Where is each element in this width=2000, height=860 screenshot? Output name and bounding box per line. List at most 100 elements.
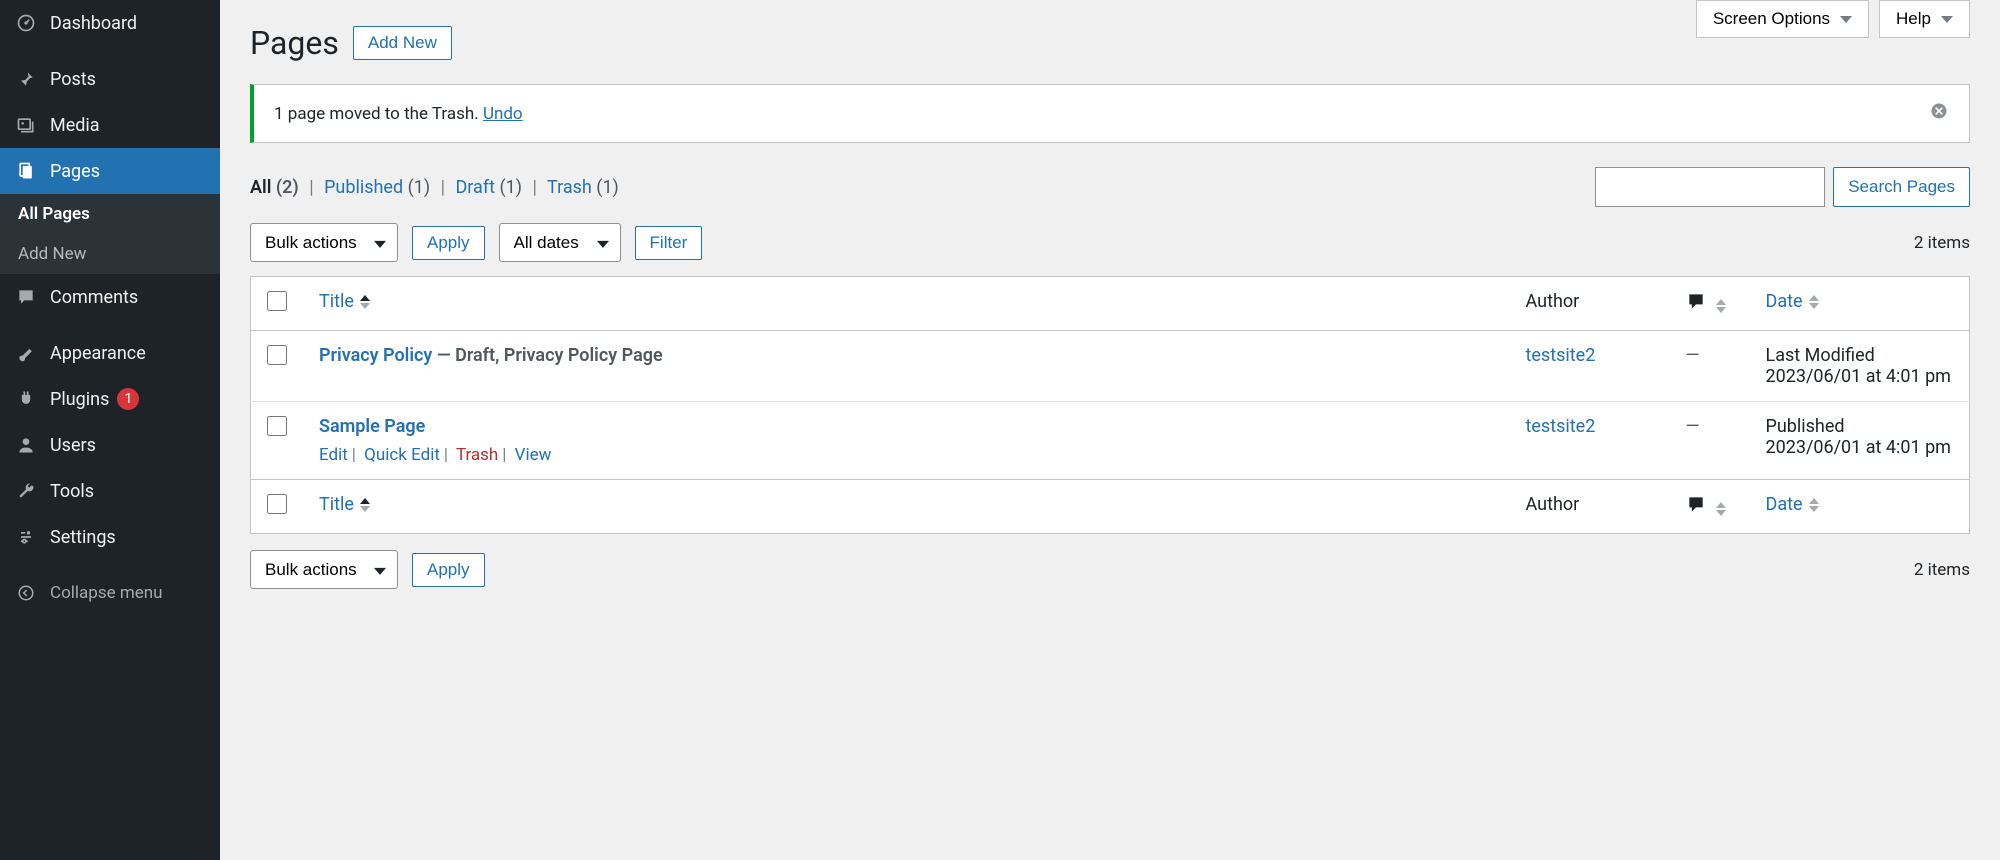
row-title-link[interactable]: Sample Page (319, 416, 425, 437)
row-author-link[interactable]: testsite2 (1526, 416, 1596, 437)
items-count-bottom: 2 items (1914, 560, 1970, 580)
sort-icon (1716, 502, 1726, 516)
row-state: — Draft, Privacy Policy Page (432, 345, 662, 366)
row-date: Last Modified2023/06/01 at 4:01 pm (1750, 331, 1970, 402)
sidebar-item-label: Pages (50, 161, 100, 182)
comments-column-icon[interactable] (1686, 498, 1706, 519)
table-row: Privacy Policy — Draft, Privacy Policy P… (251, 331, 1970, 402)
filter-published[interactable]: Published (324, 177, 403, 198)
select-all-checkbox[interactable] (267, 291, 287, 311)
user-icon (14, 433, 38, 457)
notice-message: 1 page moved to the Trash. (274, 104, 483, 124)
plugin-icon (14, 387, 38, 411)
main-content: Screen Options Help Pages Add New 1 page… (220, 0, 2000, 860)
sidebar-item-label: Plugins (50, 389, 109, 410)
row-action-view[interactable]: View (515, 445, 552, 465)
help-button[interactable]: Help (1879, 0, 1970, 38)
sidebar-item-appearance[interactable]: Appearance (0, 330, 220, 376)
row-checkbox[interactable] (267, 345, 287, 365)
add-new-button[interactable]: Add New (353, 26, 452, 60)
apply-bulk-button-bottom[interactable]: Apply (412, 553, 485, 587)
table-row: Sample Page Edit| Quick Edit| Trash| Vie… (251, 402, 1970, 480)
screen-options-label: Screen Options (1713, 9, 1830, 29)
sort-icon (1716, 299, 1726, 313)
col-author-bottom: Author (1510, 480, 1670, 534)
help-label: Help (1896, 9, 1931, 29)
sidebar-item-media[interactable]: Media (0, 102, 220, 148)
status-filters: All (2) | Published (1) | Draft (1) | Tr… (250, 177, 619, 198)
col-date-sort-bottom[interactable]: Date (1766, 494, 1819, 515)
filter-trash[interactable]: Trash (547, 177, 592, 198)
sort-icon (360, 498, 370, 512)
sidebar-item-comments[interactable]: Comments (0, 274, 220, 320)
sort-icon (360, 295, 370, 309)
chevron-down-icon (1941, 16, 1953, 23)
bulk-actions-select[interactable]: Bulk actions (250, 223, 398, 262)
row-title-link[interactable]: Privacy Policy (319, 345, 432, 366)
sidebar-item-settings[interactable]: Settings (0, 514, 220, 560)
pages-table: Title Author Date Privacy Policy — Draft… (250, 276, 1970, 534)
row-author-link[interactable]: testsite2 (1526, 345, 1596, 366)
col-date-sort[interactable]: Date (1766, 291, 1819, 312)
sidebar-item-label: Dashboard (50, 13, 137, 34)
collapse-label: Collapse menu (50, 583, 163, 603)
comments-column-icon[interactable] (1686, 295, 1706, 316)
select-all-checkbox-bottom[interactable] (267, 494, 287, 514)
row-action-edit[interactable]: Edit (319, 445, 348, 465)
top-bar: Screen Options Help (1696, 0, 1970, 38)
submenu-all-pages[interactable]: All Pages (0, 194, 220, 234)
row-action-quick-edit[interactable]: Quick Edit (364, 445, 440, 465)
wrench-icon (14, 479, 38, 503)
dismiss-notice-button[interactable] (1929, 101, 1949, 126)
col-title-sort[interactable]: Title (319, 291, 370, 312)
media-icon (14, 113, 38, 137)
date-filter-select[interactable]: All dates (499, 223, 621, 262)
pages-icon (14, 159, 38, 183)
filter-all[interactable]: All (2) (250, 177, 299, 198)
search-box: Search Pages (1595, 167, 1970, 207)
sidebar-item-label: Settings (50, 527, 116, 548)
chevron-down-icon (1840, 16, 1852, 23)
apply-bulk-button[interactable]: Apply (412, 226, 485, 260)
items-count: 2 items (1914, 233, 1970, 253)
row-action-trash[interactable]: Trash (456, 445, 498, 465)
sidebar-item-label: Posts (50, 69, 96, 90)
bulk-actions-select-bottom[interactable]: Bulk actions (250, 550, 398, 589)
sidebar-item-label: Comments (50, 287, 138, 308)
plugin-update-badge: 1 (117, 388, 139, 410)
pin-icon (14, 67, 38, 91)
sidebar-item-pages[interactable]: Pages (0, 148, 220, 194)
comment-icon (14, 285, 38, 309)
submenu-add-new[interactable]: Add New (0, 234, 220, 274)
undo-link[interactable]: Undo (483, 104, 523, 124)
sidebar-item-label: Appearance (50, 343, 146, 364)
dashboard-icon (14, 11, 38, 35)
brush-icon (14, 341, 38, 365)
sidebar-item-tools[interactable]: Tools (0, 468, 220, 514)
sort-icon (1809, 295, 1819, 309)
sidebar-item-label: Media (50, 115, 100, 136)
collapse-icon (14, 581, 38, 605)
collapse-menu[interactable]: Collapse menu (0, 570, 220, 616)
admin-sidebar: Dashboard Posts Media Pages All Pages Ad… (0, 0, 220, 860)
col-author: Author (1510, 277, 1670, 331)
sidebar-item-label: Tools (50, 481, 94, 502)
filter-button[interactable]: Filter (635, 226, 703, 260)
row-comments: — (1686, 416, 1700, 437)
settings-icon (14, 525, 38, 549)
sidebar-item-posts[interactable]: Posts (0, 56, 220, 102)
row-checkbox[interactable] (267, 416, 287, 436)
search-pages-button[interactable]: Search Pages (1833, 167, 1970, 207)
screen-options-button[interactable]: Screen Options (1696, 0, 1869, 38)
sidebar-item-users[interactable]: Users (0, 422, 220, 468)
sort-icon (1809, 498, 1819, 512)
filter-draft[interactable]: Draft (455, 177, 495, 198)
row-actions: Edit| Quick Edit| Trash| View (319, 445, 1494, 465)
sidebar-item-dashboard[interactable]: Dashboard (0, 0, 220, 46)
page-title: Pages (250, 24, 339, 62)
admin-notice: 1 page moved to the Trash. Undo (250, 84, 1970, 143)
col-title-sort-bottom[interactable]: Title (319, 494, 370, 515)
search-input[interactable] (1595, 167, 1825, 207)
sidebar-item-plugins[interactable]: Plugins 1 (0, 376, 220, 422)
close-icon (1929, 101, 1949, 121)
